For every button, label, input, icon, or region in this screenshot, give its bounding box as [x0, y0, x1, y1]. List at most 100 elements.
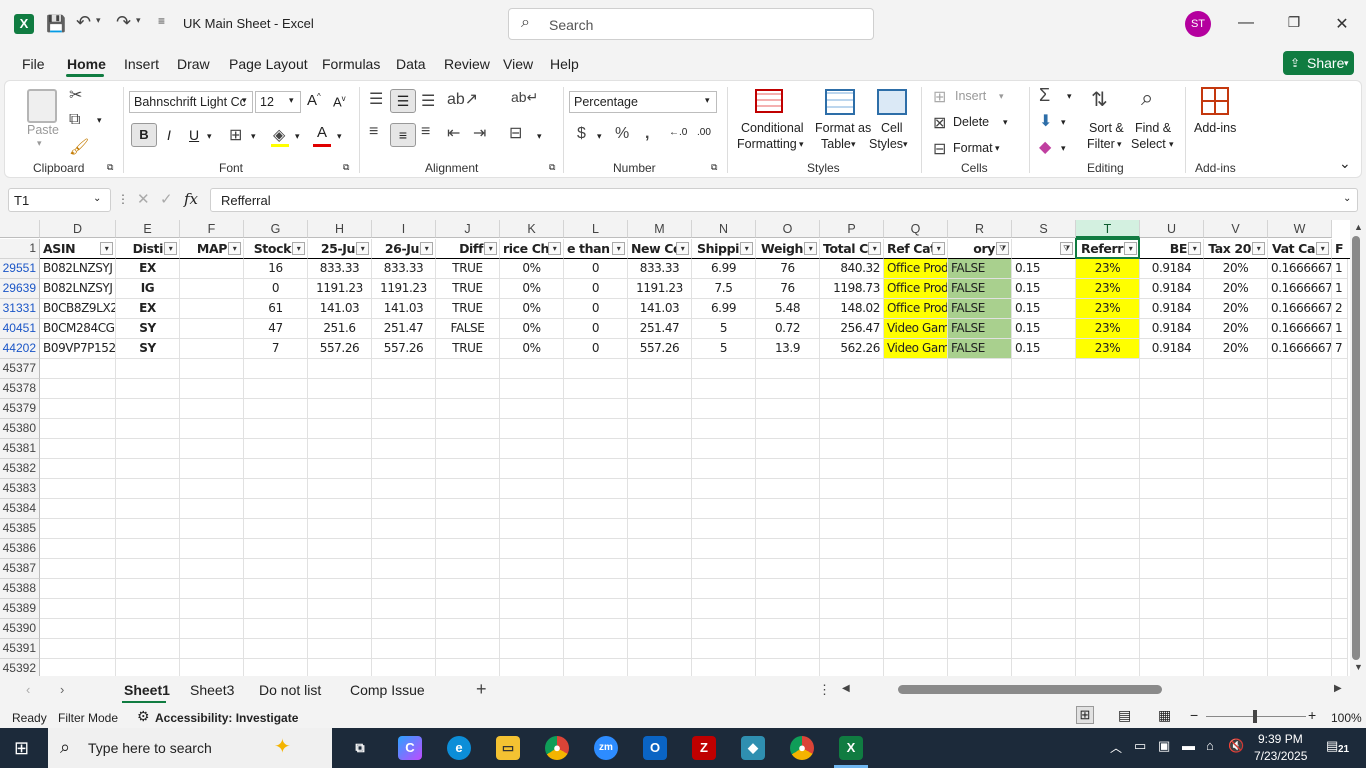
currency-dropdown-icon[interactable]: ▾ [597, 131, 602, 142]
empty-cell[interactable] [564, 659, 628, 676]
horizontal-scroll-thumb[interactable] [898, 685, 1162, 694]
empty-cell[interactable] [1332, 479, 1348, 499]
empty-cell[interactable] [628, 379, 692, 399]
expand-formula-bar-icon[interactable]: ⌄ [1343, 193, 1351, 204]
empty-cell[interactable] [820, 619, 884, 639]
row-header[interactable]: 31331 [0, 299, 40, 319]
clock-time[interactable]: 9:39 PM [1258, 732, 1303, 746]
table-cell[interactable]: FALSE [948, 339, 1012, 359]
table-cell[interactable]: 557.26 [372, 339, 436, 359]
align-right-icon[interactable]: ≡ [421, 123, 430, 141]
empty-cell[interactable] [756, 359, 820, 379]
empty-cell[interactable] [244, 619, 308, 639]
table-cell[interactable]: 0 [564, 319, 628, 339]
empty-cell[interactable] [884, 539, 948, 559]
empty-cell[interactable] [1076, 659, 1140, 676]
taskbar-search[interactable]: ⌕ Type here to search ✦ [48, 728, 332, 768]
empty-cell[interactable] [1204, 619, 1268, 639]
empty-cell[interactable] [1268, 619, 1332, 639]
sort-filter-label[interactable]: Sort & [1089, 121, 1124, 135]
empty-cell[interactable] [884, 419, 948, 439]
table-header-cell[interactable]: ⧩ [1012, 239, 1076, 259]
filter-active-icon[interactable]: ⧩ [1060, 242, 1073, 255]
table-cell[interactable]: 76 [756, 279, 820, 299]
empty-cell[interactable] [628, 399, 692, 419]
empty-cell[interactable] [1332, 639, 1348, 659]
table-cell[interactable]: 0.15 [1012, 339, 1076, 359]
table-cell[interactable]: 0.9184 [1140, 299, 1204, 319]
filter-dropdown-icon[interactable]: ▾ [612, 242, 625, 255]
empty-cell[interactable] [116, 639, 180, 659]
empty-cell[interactable] [628, 519, 692, 539]
conditional-formatting-label-2[interactable]: Formatting [737, 137, 797, 151]
filter-dropdown-icon[interactable]: ▾ [164, 242, 177, 255]
empty-cell[interactable] [1332, 519, 1348, 539]
table-cell[interactable]: B082LNZSYJ [40, 279, 116, 299]
empty-cell[interactable] [436, 539, 500, 559]
share-button[interactable]: ⇪ Share ▾ [1283, 51, 1354, 75]
empty-cell[interactable] [372, 539, 436, 559]
empty-cell[interactable] [884, 499, 948, 519]
merge-dropdown-icon[interactable]: ▾ [537, 131, 542, 142]
empty-cell[interactable] [40, 619, 116, 639]
tab-review[interactable]: Review [444, 56, 490, 72]
filter-dropdown-icon[interactable]: ▾ [1188, 242, 1201, 255]
font-color-dropdown-icon[interactable]: ▾ [337, 131, 342, 142]
table-cell[interactable]: 251.47 [628, 319, 692, 339]
empty-cell[interactable] [820, 379, 884, 399]
empty-cell[interactable] [564, 479, 628, 499]
table-cell[interactable]: 61 [244, 299, 308, 319]
empty-cell[interactable] [180, 479, 244, 499]
fill-icon[interactable]: ⬇ [1039, 111, 1052, 131]
empty-cell[interactable] [116, 599, 180, 619]
sort-filter-icon[interactable]: ⇅ [1091, 87, 1108, 112]
empty-cell[interactable] [244, 579, 308, 599]
empty-cell[interactable] [500, 639, 564, 659]
empty-cell[interactable] [1076, 599, 1140, 619]
table-cell[interactable]: 20% [1204, 339, 1268, 359]
empty-cell[interactable] [564, 539, 628, 559]
empty-cell[interactable] [1012, 439, 1076, 459]
align-bottom-icon[interactable]: ☰ [421, 91, 435, 111]
empty-cell[interactable] [1268, 599, 1332, 619]
tab-data[interactable]: Data [396, 56, 426, 72]
scroll-right-icon[interactable]: ▶ [1334, 683, 1342, 694]
autosum-dropdown-icon[interactable]: ▾ [1067, 91, 1072, 102]
table-header-cell[interactable]: Stock ▾ [244, 239, 308, 259]
table-cell[interactable]: 20% [1204, 319, 1268, 339]
empty-cell[interactable] [40, 479, 116, 499]
empty-cell[interactable] [116, 379, 180, 399]
table-cell[interactable]: 5.48 [756, 299, 820, 319]
fill-color-icon[interactable]: ◈ [273, 125, 285, 145]
conditional-formatting-label[interactable]: Conditional [741, 121, 804, 135]
empty-cell[interactable] [1076, 479, 1140, 499]
windows-start-icon[interactable]: ⊞ [14, 738, 29, 759]
empty-cell[interactable] [820, 359, 884, 379]
empty-cell[interactable] [1332, 559, 1348, 579]
font-size-combo[interactable]: 12 [255, 91, 301, 113]
filter-dropdown-icon[interactable]: ▾ [932, 242, 945, 255]
underline-dropdown-icon[interactable]: ▾ [207, 131, 212, 142]
currency-icon[interactable]: $ [577, 125, 586, 143]
table-header-cell[interactable]: Ref Cat ▾ [884, 239, 948, 259]
empty-cell[interactable] [372, 439, 436, 459]
empty-cell[interactable] [500, 599, 564, 619]
empty-cell[interactable] [884, 639, 948, 659]
table-cell[interactable]: 1 [1332, 259, 1348, 279]
empty-cell[interactable] [436, 519, 500, 539]
empty-cell[interactable] [116, 579, 180, 599]
increase-font-icon[interactable]: A^ [307, 92, 321, 109]
column-header-h[interactable]: H [308, 220, 372, 238]
table-cell[interactable]: 23% [1076, 279, 1140, 299]
chrome-icon[interactable]: ● [545, 736, 569, 760]
empty-cell[interactable] [692, 359, 756, 379]
find-select-icon[interactable]: ⌕ [1141, 85, 1153, 111]
copy-icon[interactable]: ⧉ [69, 111, 80, 129]
empty-cell[interactable] [1204, 479, 1268, 499]
empty-cell[interactable] [436, 659, 500, 676]
align-middle-button[interactable]: ☰ [390, 89, 416, 113]
empty-cell[interactable] [308, 599, 372, 619]
column-header-j[interactable]: J [436, 220, 500, 238]
table-cell[interactable]: 23% [1076, 259, 1140, 279]
empty-cell[interactable] [180, 619, 244, 639]
